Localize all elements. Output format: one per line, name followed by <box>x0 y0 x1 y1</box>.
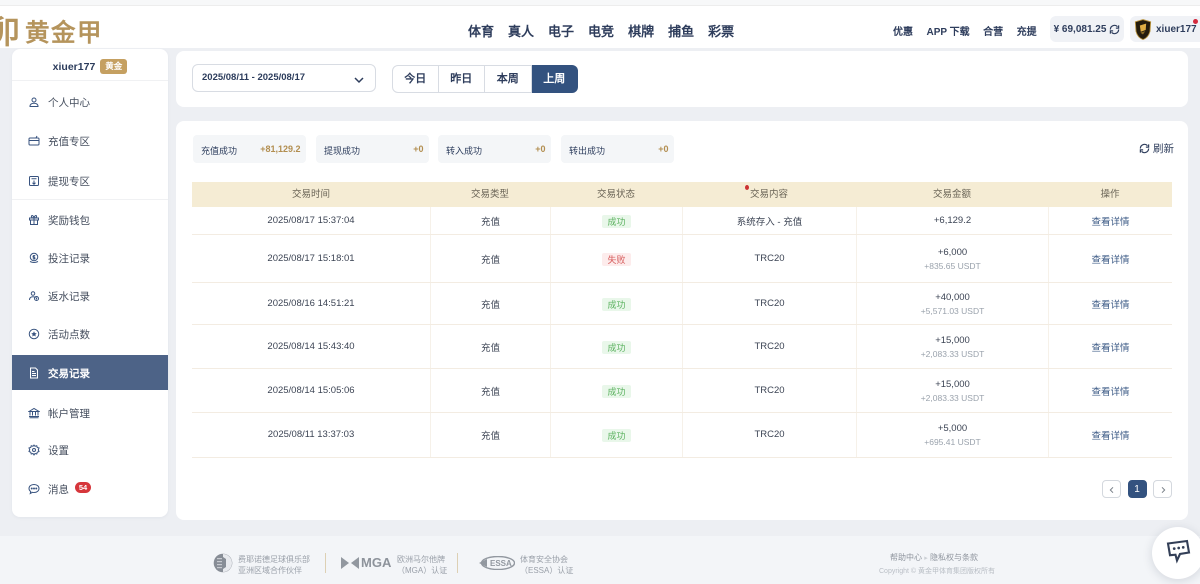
svg-text:ESSA: ESSA <box>490 559 512 568</box>
